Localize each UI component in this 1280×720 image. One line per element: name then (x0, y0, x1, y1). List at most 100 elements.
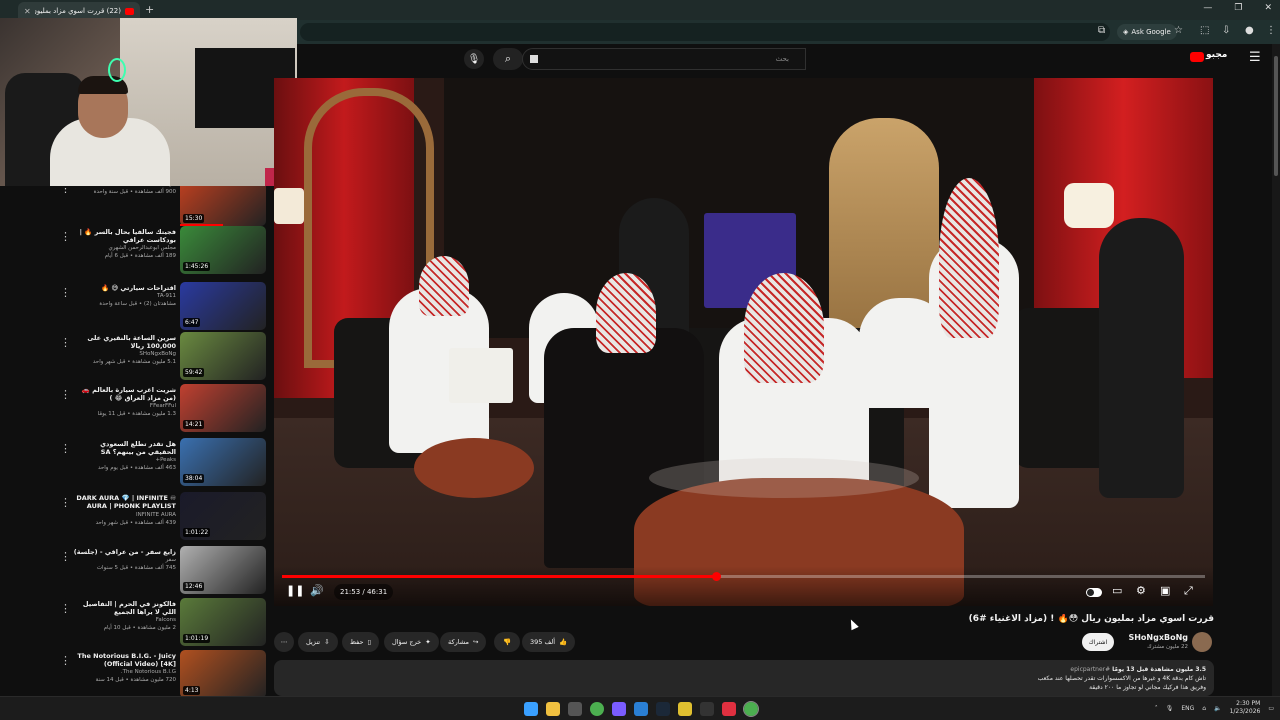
screen: (22) قررت اسوي مزاد بمليون... ✕ + — ❐ ✕ … (0, 0, 1280, 720)
language-indicator[interactable]: ENG (1181, 705, 1194, 712)
chrome-icon[interactable] (590, 702, 604, 716)
maximize-icon[interactable]: ❐ (1234, 3, 1242, 13)
youtube-logo-icon[interactable] (1190, 52, 1204, 62)
recommendation-channel[interactable]: Peaks+ (70, 456, 176, 464)
network-icon[interactable]: ⌂ (1202, 705, 1206, 712)
recorder-icon[interactable] (722, 702, 736, 716)
cast-icon[interactable]: ⧉ (1098, 25, 1105, 36)
keyboard-icon[interactable] (530, 55, 538, 63)
recommendation-channel[interactable]: مجلس ابوعبدالرحمن الشهري (70, 244, 176, 252)
share-label: مشاركة (448, 638, 469, 646)
recommendation-title[interactable]: فجيتك سالفيا بحال بالسر 🔥 | بودكاست عراق… (70, 228, 176, 244)
recommendation-duration: 59:42 (183, 368, 205, 377)
video-player[interactable]: ❚❚ 🔊 21:53 / 46:31 ▭ ⚙ ▣ ⤢ (274, 78, 1213, 606)
theater-mode-icon[interactable]: ▣ (1160, 584, 1170, 597)
recommendation-channel[interactable]: SHoNgxBoNg (70, 350, 176, 358)
speaker-icon[interactable]: 🔈 (1214, 705, 1221, 712)
search-button[interactable]: ⌕ (493, 48, 523, 70)
ask-google-button[interactable]: ◈ Ask Google (1117, 24, 1177, 40)
terminal-icon[interactable] (700, 702, 714, 716)
dislike-button[interactable]: 👎 (494, 632, 520, 652)
recommendation-title[interactable]: فالكونز في الحرم | التفاصيل اللي لا يراه… (70, 600, 176, 616)
address-bar[interactable] (300, 23, 1110, 41)
chrome-active-icon[interactable] (743, 701, 759, 717)
description-box[interactable]: 3.5 مليون مشاهدة قبل 13 يومًا #epicpartn… (274, 660, 1214, 696)
fullscreen-icon[interactable]: ⤢ (1184, 584, 1193, 598)
guest-bisht-headdress (596, 273, 656, 353)
download-icon[interactable]: ⇩ (1222, 25, 1230, 36)
recommendation-meta: فالكونز في الحرم | التفاصيل اللي لا يراه… (70, 600, 176, 632)
new-tab-icon[interactable]: + (145, 3, 154, 16)
recommendation-stats: 5.1 مليون مشاهدة • قبل شهر واحد (92, 359, 176, 365)
recommendation-channel[interactable]: TA-911 (70, 292, 176, 300)
recommendation-item[interactable]: ⋮ فجيتك سالفيا بحال بالسر 🔥 | بودكاست عرا… (0, 226, 274, 280)
share-arrow-icon: ↪ (472, 638, 479, 646)
recommendation-item[interactable]: ⋮ زايع سفر - من عراقي - (جلسة) سفر 745 ألف … (0, 546, 274, 600)
description-line-1: تاش كام بدقة 4K و غيرها من الاكسسوارات ت… (1037, 675, 1206, 682)
bookmark-star-icon[interactable]: ☆ (1174, 25, 1183, 36)
close-tab-icon[interactable]: ✕ (24, 7, 31, 16)
recommendation-item[interactable]: ⋮ شريت اغرب سيارة بالعالم 🚗 (من مزاد العر… (0, 384, 274, 438)
mail-icon[interactable] (634, 702, 648, 716)
minimize-icon[interactable]: — (1203, 3, 1212, 13)
discord-icon[interactable] (612, 702, 626, 716)
pause-icon[interactable]: ❚❚ (286, 584, 304, 597)
autoplay-toggle[interactable] (1086, 588, 1102, 597)
clock[interactable]: 2:30 PM 1/23/2026 (1230, 700, 1261, 716)
hamburger-menu-icon[interactable]: ☰ (1249, 50, 1261, 65)
recommendation-meta: DARK AURA 💎 | INFINITE ♾ AURA | PHONK PL… (70, 494, 176, 527)
more-actions-button[interactable]: ⋯ (274, 632, 294, 652)
recommendation-stats: مشاهدتان (2) • قبل ساعة واحدة (99, 301, 176, 307)
notifications-icon[interactable]: ▭ (1268, 705, 1274, 712)
description-hashtag[interactable]: #epicpartner (1070, 666, 1110, 673)
webcam-neon-logo (108, 58, 126, 82)
recommendation-stats: 189 ألف مشاهدة • قبل 6 أيام (104, 253, 176, 259)
volume-icon[interactable]: 🔊 (310, 584, 324, 597)
file-explorer-icon[interactable] (546, 702, 560, 716)
progress-scrubber[interactable] (711, 572, 721, 581)
recommendation-channel[interactable]: INFINITE AURA (70, 511, 176, 519)
download-button[interactable]: تنزيل ⇩ (298, 632, 338, 652)
windows-start-icon[interactable] (524, 702, 538, 716)
recommendation-meta: هل تقدر تطلع السعودي الحقيقي من بينهم؟ S… (70, 440, 176, 472)
settings-gear-icon[interactable]: ⚙ (1136, 584, 1146, 597)
share-button[interactable]: مشاركة ↪ (440, 632, 487, 652)
voice-search-icon[interactable]: 🎙 (464, 49, 484, 69)
tray-chevron-icon[interactable]: ˄ (1155, 705, 1158, 712)
more-menu-icon[interactable]: ⋮ (1266, 25, 1276, 36)
subtitles-icon[interactable]: ▭ (1112, 584, 1122, 597)
recommendation-channel[interactable]: Falcons (70, 616, 176, 624)
ask-google-label: Ask Google (1131, 28, 1171, 36)
waiter-right (1099, 218, 1184, 498)
steam-icon[interactable] (656, 702, 670, 716)
profile-icon[interactable]: ● (1245, 25, 1254, 36)
recommendation-title[interactable]: شريت اغرب سيارة بالعالم 🚗 (من مزاد العرا… (70, 386, 176, 402)
close-window-icon[interactable]: ✕ (1264, 3, 1272, 13)
recommendation-item[interactable]: ⋮ فالكونز في الحرم | التفاصيل اللي لا يرا… (0, 598, 274, 652)
extensions-icon[interactable]: ⬚ (1200, 25, 1209, 36)
recommendation-channel[interactable]: The Notorious B.I.G. (70, 668, 176, 676)
recommendation-item[interactable]: ⋮ هل تقدر تطلع السعودي الحقيقي من بينهم؟ … (0, 438, 274, 492)
recommendation-title[interactable]: هل تقدر تطلع السعودي الحقيقي من بينهم؟ S… (70, 440, 176, 456)
recommendation-item[interactable]: ⋮ The Notorious B.I.G. - Juicy (Official … (0, 650, 274, 696)
tray-mic-icon[interactable]: 🎙 (1166, 705, 1174, 712)
recommendation-title[interactable]: DARK AURA 💎 | INFINITE ♾ AURA | PHONK PL… (70, 494, 176, 511)
recommendation-title[interactable]: زايع سفر - من عراقي - (جلسة) (70, 548, 176, 556)
recommendation-title[interactable]: The Notorious B.I.G. - Juicy (Official V… (70, 652, 176, 668)
ask-button[interactable]: خرج سؤال ✦ (384, 632, 439, 652)
youtube-logo-text[interactable]: مجبو (1206, 50, 1227, 60)
recommendation-item[interactable]: ⋮ DARK AURA 💎 | INFINITE ♾ AURA | PHONK P… (0, 492, 274, 546)
notes-icon[interactable] (678, 702, 692, 716)
recommendation-title[interactable]: اقتراحات سيارتي 😅 🔥 (70, 284, 176, 292)
save-button[interactable]: حفظ ▯ (342, 632, 380, 652)
settings-app-icon[interactable] (568, 702, 582, 716)
recommendation-item[interactable]: ⋮ اقتراحات سيارتي 😅 🔥 TA-911 مشاهدتان (2) •… (0, 282, 274, 336)
scrollbar-thumb[interactable] (1274, 56, 1278, 176)
like-button[interactable]: 395 ألف 👍 (522, 632, 576, 652)
recommendation-title[interactable]: سرين الساعة بالنقيري على 100,000 ريالا (70, 334, 176, 350)
recommendation-meta: الزعل900 ألف مشاهدة • قبل سنة واحدة (70, 186, 176, 196)
recommendation-channel[interactable]: FFearFFul (70, 402, 176, 410)
recommendation-item[interactable]: ⋮ سرين الساعة بالنقيري على 100,000 ريالا S… (0, 332, 274, 386)
search-input[interactable]: بحث (522, 48, 806, 70)
recommendation-channel[interactable]: سفر (70, 556, 176, 564)
